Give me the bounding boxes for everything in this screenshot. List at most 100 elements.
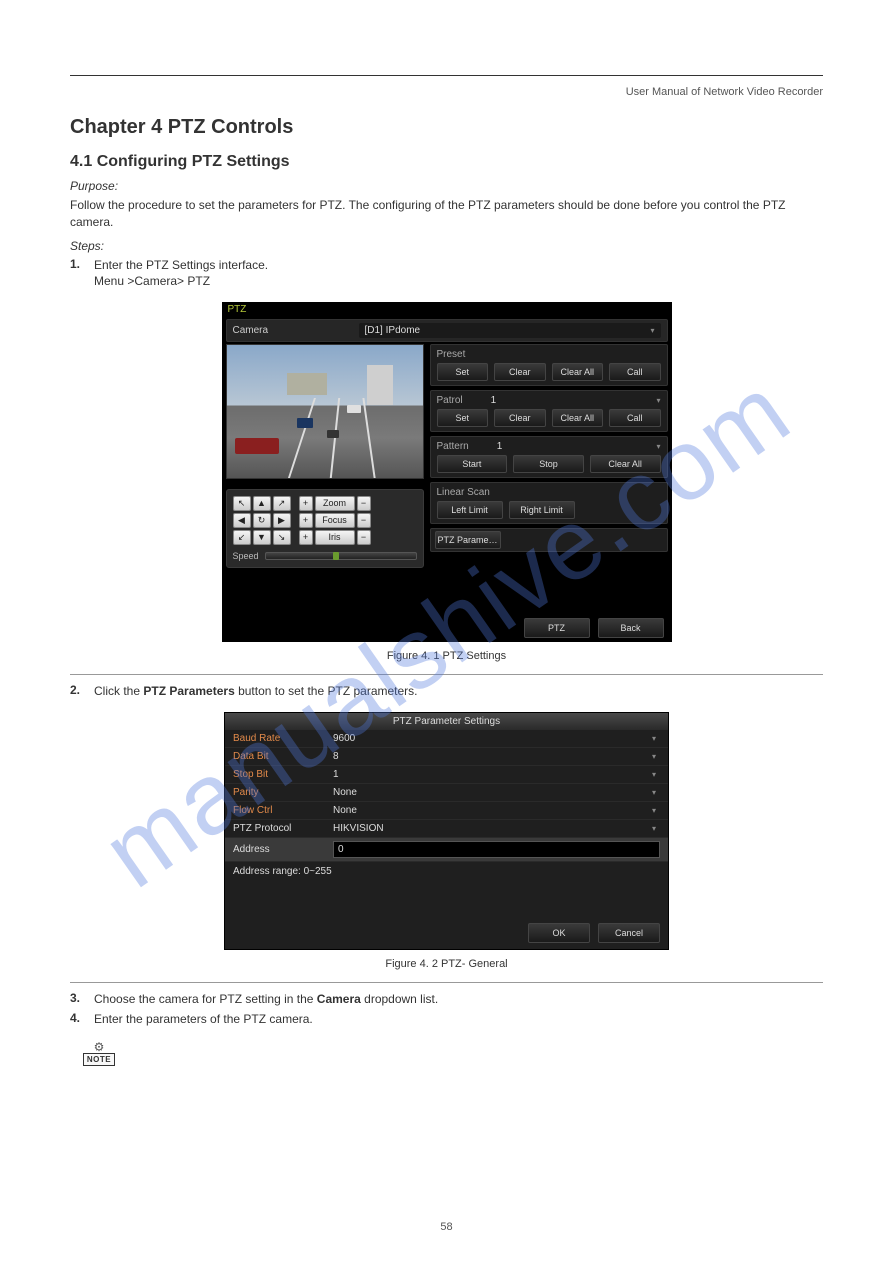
camera-value: [D1] IPdome (365, 325, 421, 336)
page-number: 58 (0, 1221, 893, 1233)
step4-text: Enter the parameters of the PTZ camera. (94, 1011, 823, 1028)
cancel-button[interactable]: Cancel (598, 923, 660, 943)
ptz-protocol-dropdown[interactable]: HIKVISION▾ (333, 823, 660, 834)
ptz-parameters-button[interactable]: PTZ Parame… (435, 531, 501, 549)
baud-rate-dropdown[interactable]: 9600▾ (333, 733, 660, 744)
param-window-title: PTZ Parameter Settings (225, 713, 668, 730)
focus-minus-button[interactable]: − (357, 513, 371, 528)
baud-rate-label: Baud Rate (233, 733, 333, 744)
purpose-label: Purpose: (70, 179, 823, 193)
camera-preview (226, 344, 424, 479)
parity-dropdown[interactable]: None▾ (333, 787, 660, 798)
chevron-down-icon: ▾ (652, 770, 656, 779)
arrow-left-button[interactable]: ◀ (233, 513, 251, 528)
focus-label: Focus (315, 513, 355, 528)
preset-call-button[interactable]: Call (609, 363, 661, 381)
page-header: User Manual of Network Video Recorder (70, 86, 823, 98)
note-label: NOTE (83, 1053, 115, 1066)
patrol-call-button[interactable]: Call (609, 409, 661, 427)
arrow-right-button[interactable]: ▶ (273, 513, 291, 528)
step3-text-a: Choose the camera for PTZ setting in the (94, 992, 317, 1006)
step-number: 4. (70, 1011, 84, 1028)
zoom-minus-button[interactable]: − (357, 496, 371, 511)
patrol-value[interactable]: 1 (491, 395, 649, 406)
pattern-stop-button[interactable]: Stop (513, 455, 584, 473)
section-title: 4.1 Configuring PTZ Settings (70, 153, 823, 171)
chevron-down-icon: ▾ (652, 788, 656, 797)
purpose-text: Follow the procedure to set the paramete… (70, 197, 823, 231)
ptz-footer-ptz-button[interactable]: PTZ (524, 618, 590, 638)
chevron-down-icon: ▾ (652, 734, 656, 743)
divider (70, 982, 823, 983)
stop-bit-dropdown[interactable]: 1▾ (333, 769, 660, 780)
ptz-footer-back-button[interactable]: Back (598, 618, 664, 638)
patrol-clearall-button[interactable]: Clear All (552, 409, 604, 427)
step3-text-c: dropdown list. (361, 992, 438, 1006)
chapter-title: Chapter 4 PTZ Controls (70, 116, 823, 139)
chevron-down-icon: ▾ (652, 752, 656, 761)
address-range-hint: Address range: 0~255 (225, 862, 668, 881)
preset-clearall-button[interactable]: Clear All (552, 363, 604, 381)
arrow-down-left-button[interactable]: ↙ (233, 530, 251, 545)
chevron-down-icon: ▾ (652, 806, 656, 815)
steps-label: Steps: (70, 239, 823, 253)
step3-text-b: Camera (317, 992, 361, 1006)
preset-clear-button[interactable]: Clear (494, 363, 546, 381)
arrow-down-right-button[interactable]: ↘ (273, 530, 291, 545)
note-icon: ⚙ NOTE (80, 1034, 118, 1066)
ptz-protocol-label: PTZ Protocol (233, 823, 333, 834)
ptz-direction-controls: ↖ ▲ ↗ + Zoom − ◀ ↻ ▶ + Focus (226, 489, 424, 568)
step-number: 3. (70, 991, 84, 1008)
step-number: 1. (70, 257, 84, 291)
header-rule (70, 75, 823, 76)
speed-slider[interactable] (265, 552, 417, 560)
chevron-down-icon: ▾ (656, 396, 660, 405)
data-bit-label: Data Bit (233, 751, 333, 762)
patrol-set-button[interactable]: Set (437, 409, 489, 427)
zoom-plus-button[interactable]: + (299, 496, 313, 511)
zoom-label: Zoom (315, 496, 355, 511)
speed-label: Speed (233, 551, 259, 561)
arrow-up-left-button[interactable]: ↖ (233, 496, 251, 511)
stop-bit-label: Stop Bit (233, 769, 333, 780)
iris-label: Iris (315, 530, 355, 545)
data-bit-dropdown[interactable]: 8▾ (333, 751, 660, 762)
chevron-down-icon: ▾ (652, 824, 656, 833)
pattern-value[interactable]: 1 (497, 441, 649, 452)
ptz-parameter-settings-screenshot: PTZ Parameter Settings Baud Rate 9600▾ D… (224, 712, 669, 950)
step1-path: Menu >Camera> PTZ (94, 274, 210, 288)
auto-pan-button[interactable]: ↻ (253, 513, 271, 528)
right-limit-button[interactable]: Right Limit (509, 501, 575, 519)
preset-set-button[interactable]: Set (437, 363, 489, 381)
iris-minus-button[interactable]: − (357, 530, 371, 545)
camera-dropdown[interactable]: [D1] IPdome ▾ (359, 323, 661, 338)
parity-label: Parity (233, 787, 333, 798)
left-limit-button[interactable]: Left Limit (437, 501, 503, 519)
chevron-down-icon: ▾ (650, 326, 654, 335)
arrow-up-right-button[interactable]: ↗ (273, 496, 291, 511)
step-number: 2. (70, 683, 84, 700)
figure2-caption: Figure 4. 2 PTZ- General (70, 958, 823, 970)
ptz-window-title: PTZ (222, 302, 672, 317)
step2-text-b: PTZ Parameters (143, 684, 234, 698)
flow-ctrl-dropdown[interactable]: None▾ (333, 805, 660, 816)
ok-button[interactable]: OK (528, 923, 590, 943)
patrol-clear-button[interactable]: Clear (494, 409, 546, 427)
iris-plus-button[interactable]: + (299, 530, 313, 545)
preset-label: Preset (437, 349, 466, 360)
focus-plus-button[interactable]: + (299, 513, 313, 528)
pattern-start-button[interactable]: Start (437, 455, 508, 473)
camera-label: Camera (233, 325, 353, 336)
step2-text-a: Click the (94, 684, 143, 698)
pattern-clearall-button[interactable]: Clear All (590, 455, 661, 473)
divider (70, 674, 823, 675)
arrow-up-button[interactable]: ▲ (253, 496, 271, 511)
step1-text: Enter the PTZ Settings interface. (94, 258, 268, 272)
linearscan-label: Linear Scan (437, 487, 490, 498)
figure1-caption: Figure 4. 1 PTZ Settings (70, 650, 823, 662)
ptz-settings-screenshot: PTZ Camera [D1] IPdome ▾ (222, 302, 672, 642)
patrol-label: Patrol (437, 395, 463, 406)
address-input[interactable]: 0 (333, 841, 660, 858)
arrow-down-button[interactable]: ▼ (253, 530, 271, 545)
address-label: Address (233, 844, 333, 855)
